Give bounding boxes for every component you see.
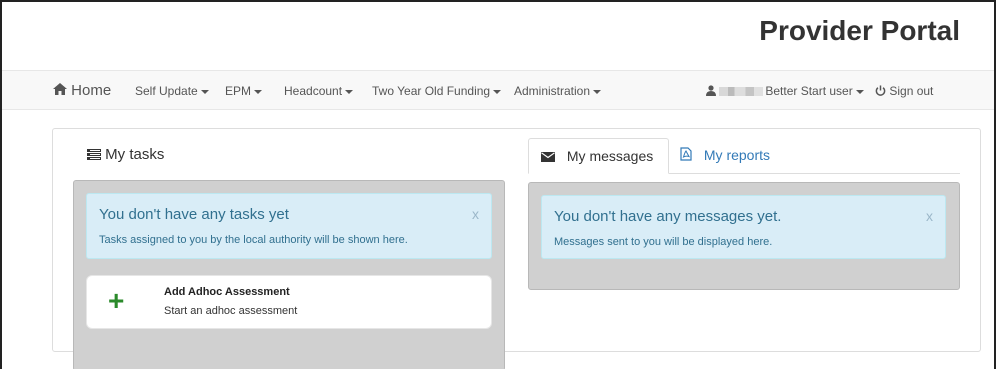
nav-administration-label: Administration xyxy=(514,84,591,98)
nav-epm[interactable]: EPM xyxy=(225,71,263,111)
nav-administration[interactable]: Administration xyxy=(514,71,602,111)
messages-empty-alert: You don't have any messages yet. Message… xyxy=(541,195,946,259)
envelope-icon xyxy=(541,140,555,174)
adhoc-subtitle: Start an adhoc assessment xyxy=(164,305,298,317)
messages-alert-text: Messages sent to you will be displayed h… xyxy=(554,236,773,248)
nav-two-year-label: Two Year Old Funding xyxy=(372,84,491,98)
nav-self-update[interactable]: Self Update xyxy=(135,71,209,111)
my-tasks-label: My tasks xyxy=(105,146,165,163)
nav-home[interactable]: Home xyxy=(53,71,111,111)
caret-down-icon xyxy=(493,89,502,94)
tasks-empty-alert: You don't have any tasks yet Tasks assig… xyxy=(86,193,492,259)
tasks-alert-title: You don't have any tasks yet xyxy=(99,206,289,223)
user-icon xyxy=(706,72,716,112)
power-icon xyxy=(875,72,886,112)
tab-my-reports-label: My reports xyxy=(703,147,771,163)
close-icon[interactable]: x xyxy=(472,206,479,222)
caret-down-icon xyxy=(200,89,209,94)
home-icon xyxy=(53,71,67,111)
nav-sign-out-label: Sign out xyxy=(889,84,934,98)
nav-headcount-label: Headcount xyxy=(284,84,343,98)
caret-down-icon xyxy=(855,89,864,94)
navbar: Home Self Update EPM Headcount Two Year … xyxy=(2,70,994,110)
nav-user-label: Better Start user xyxy=(765,84,853,98)
tab-my-messages[interactable]: My messages xyxy=(528,138,669,174)
messages-alert-title: You don't have any messages yet. xyxy=(554,208,782,225)
nav-headcount[interactable]: Headcount xyxy=(284,71,354,111)
caret-down-icon xyxy=(345,89,354,94)
plus-icon: + xyxy=(108,285,125,316)
adhoc-title: Add Adhoc Assessment xyxy=(164,286,290,298)
nav-sign-out[interactable]: Sign out xyxy=(875,71,933,111)
redacted-username xyxy=(719,87,764,97)
close-icon[interactable]: x xyxy=(926,208,933,224)
nav-epm-label: EPM xyxy=(225,84,252,98)
tab-my-reports[interactable]: My reports xyxy=(680,138,770,174)
caret-down-icon xyxy=(593,89,602,94)
tasks-alert-text: Tasks assigned to you by the local autho… xyxy=(99,234,408,246)
nav-home-label: Home xyxy=(71,82,112,99)
nav-user-menu[interactable]: Better Start user xyxy=(706,71,864,111)
nav-two-year-old-funding[interactable]: Two Year Old Funding xyxy=(372,71,502,111)
my-tasks-heading: My tasks xyxy=(87,146,164,164)
caret-down-icon xyxy=(254,89,263,94)
brand-title: Provider Portal xyxy=(759,15,960,46)
pdf-icon xyxy=(680,139,692,173)
tab-my-messages-label: My messages xyxy=(566,148,654,164)
tasks-icon xyxy=(87,147,101,164)
add-adhoc-assessment-card[interactable]: + Add Adhoc Assessment Start an adhoc as… xyxy=(86,275,492,329)
nav-self-update-label: Self Update xyxy=(135,84,198,98)
